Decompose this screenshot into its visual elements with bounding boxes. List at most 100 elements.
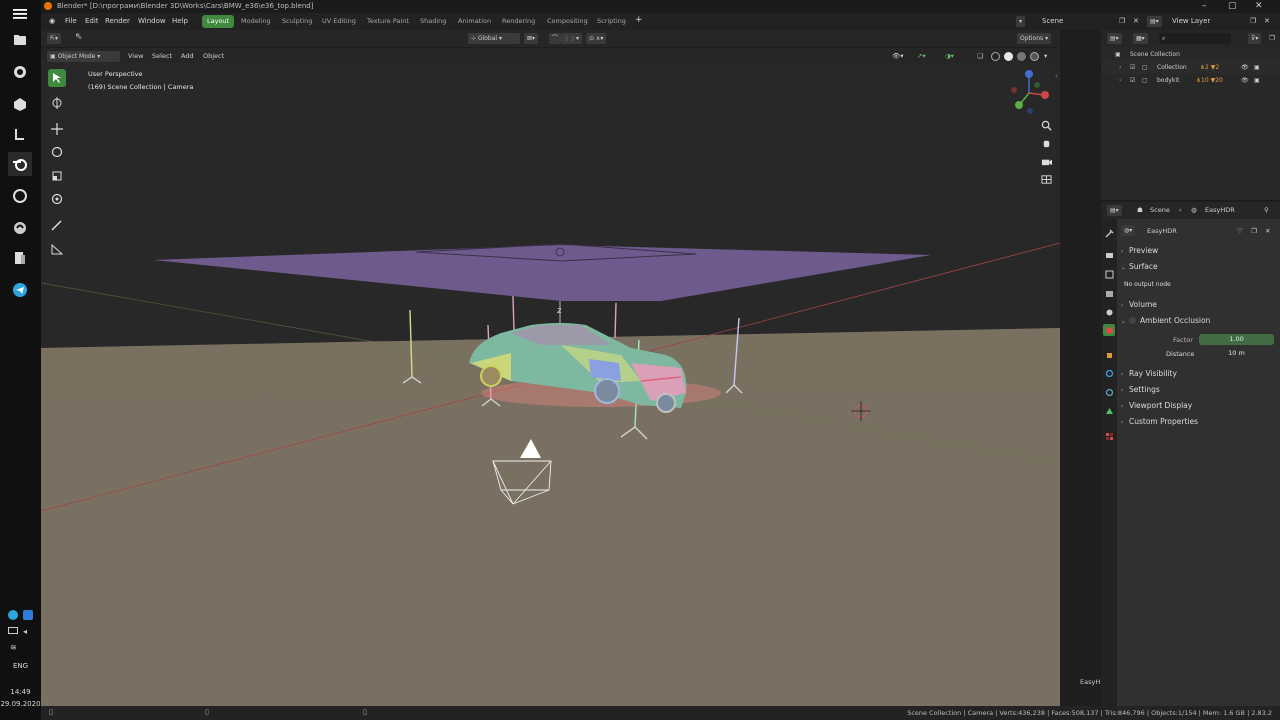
panel-custom-properties[interactable]: › Custom Properties xyxy=(1121,417,1276,426)
overlays-toggle-icon[interactable]: ◑▾ xyxy=(945,52,954,60)
select-tool-icon[interactable]: ⇖ xyxy=(75,32,83,42)
menu-window[interactable]: Window xyxy=(138,17,166,25)
panel-ambient-occlusion[interactable]: ⌄ Ambient Occlusion xyxy=(1121,316,1276,325)
tab-animation[interactable]: Animation xyxy=(453,15,496,28)
app-icon-4[interactable] xyxy=(8,184,32,208)
output-tab-icon[interactable] xyxy=(1103,268,1115,280)
select-box-tool[interactable] xyxy=(48,69,66,87)
annotate-tool[interactable] xyxy=(48,216,66,234)
outliner-root[interactable]: ▣ Scene Collection xyxy=(1101,48,1280,61)
maximize-button[interactable]: ▢ xyxy=(1228,1,1237,11)
battery-icon[interactable] xyxy=(8,627,18,634)
volume-icon[interactable]: ◂ xyxy=(23,627,33,636)
tab-texture-paint[interactable]: Texture Paint xyxy=(362,15,414,28)
ao-toggle-checkbox[interactable] xyxy=(1129,317,1136,324)
telegram-icon[interactable] xyxy=(8,278,32,302)
proportional-edit-button[interactable]: ⊙ ∧▾ xyxy=(586,33,607,44)
scene-type-icon[interactable]: ▾ xyxy=(1016,16,1026,27)
view-layer-tab-icon[interactable] xyxy=(1103,287,1115,299)
xray-toggle-icon[interactable]: ❏ xyxy=(977,52,983,60)
checkbox-icon[interactable]: ☑ xyxy=(1130,77,1135,84)
tab-uv-editing[interactable]: UV Editing xyxy=(317,15,361,28)
duplicate-world-icon[interactable]: ❐ xyxy=(1251,227,1257,235)
panel-surface[interactable]: ⌄ Surface xyxy=(1121,262,1276,271)
start-menu-icon[interactable] xyxy=(8,2,32,26)
delete-view-layer-icon[interactable]: ✕ xyxy=(1264,17,1270,25)
panel-settings[interactable]: › Settings xyxy=(1121,385,1276,394)
new-scene-icon[interactable]: ❐ xyxy=(1119,17,1125,25)
measure-tool[interactable] xyxy=(48,240,66,258)
expand-arrow-icon[interactable]: › xyxy=(1119,77,1121,84)
data-tab-icon[interactable] xyxy=(1103,405,1115,417)
outliner-editor-type[interactable]: ▤▾ xyxy=(1107,33,1122,44)
properties-editor-type[interactable]: ▤▾ xyxy=(1107,205,1122,216)
constraints-tab-icon[interactable] xyxy=(1103,386,1115,398)
world-browse-button[interactable]: ◍▾ xyxy=(1121,225,1136,236)
world-name-field[interactable]: EasyHDR xyxy=(1147,227,1177,235)
minimize-button[interactable]: – xyxy=(1202,1,1207,11)
unlink-world-icon[interactable]: ✕ xyxy=(1265,227,1270,235)
display-mode-dropdown[interactable]: ▦▾ xyxy=(1133,33,1148,44)
tab-compositing[interactable]: Compositing xyxy=(542,15,593,28)
ortho-grid-icon[interactable] xyxy=(1039,172,1053,186)
tab-layout[interactable]: Layout xyxy=(202,15,235,28)
tab-scripting[interactable]: Scripting xyxy=(592,15,631,28)
render-camera-icon[interactable]: ▣ xyxy=(1254,64,1260,71)
app-icon-5[interactable] xyxy=(8,216,32,240)
factor-slider[interactable]: 1.00 xyxy=(1199,334,1274,345)
clock-date[interactable]: 29.09.2020 xyxy=(0,700,41,708)
expand-arrow-icon[interactable]: › xyxy=(1119,64,1121,71)
network-icon[interactable]: ≋ xyxy=(10,643,20,652)
blender-taskbar-icon[interactable] xyxy=(8,152,32,176)
menu-object[interactable]: Object xyxy=(203,52,224,60)
new-view-layer-icon[interactable]: ❐ xyxy=(1250,17,1256,25)
view-layer-selector[interactable]: View Layer xyxy=(1172,17,1210,25)
transform-tool[interactable] xyxy=(48,190,66,208)
tab-rendering[interactable]: Rendering xyxy=(497,15,540,28)
options-dropdown[interactable]: Options ▾ xyxy=(1017,33,1052,44)
menu-edit[interactable]: Edit xyxy=(85,17,99,25)
outliner-item-collection[interactable]: › ☑ ▢ Collection ⋔2 ▼2 👁 ▣ xyxy=(1101,61,1280,74)
outliner-item-bodykit[interactable]: › ☑ ▢ bodykit ⋔10 ▼20 👁 ▣ xyxy=(1101,74,1280,87)
file-explorer-icon[interactable] xyxy=(8,28,32,52)
menu-select[interactable]: Select xyxy=(152,52,172,60)
delete-scene-icon[interactable]: ✕ xyxy=(1133,17,1139,25)
snap-element-button[interactable]: ⋮⋮▾ xyxy=(561,33,583,44)
checkbox-icon[interactable]: ☑ xyxy=(1130,64,1135,71)
scene-selector[interactable]: Scene xyxy=(1042,17,1063,25)
sidebar-toggle-icon[interactable]: ‹ xyxy=(1055,72,1058,80)
breadcrumb-world[interactable]: EasyHDR xyxy=(1205,206,1235,214)
cursor-tool[interactable] xyxy=(48,94,66,112)
world-tab-icon[interactable] xyxy=(1103,324,1115,336)
visibility-filter-icon[interactable]: 👁▾ xyxy=(892,52,904,60)
scale-tool[interactable] xyxy=(48,167,66,185)
pan-hand-icon[interactable] xyxy=(1039,136,1053,150)
app-icon-6[interactable] xyxy=(8,246,32,270)
filter-dropdown[interactable]: ⊽▾ xyxy=(1248,33,1262,44)
3d-viewport[interactable]: User Perspective (169) Scene Collection … xyxy=(41,63,1060,706)
shading-options-icon[interactable]: ▾ xyxy=(1044,52,1047,60)
add-workspace-button[interactable]: + xyxy=(635,15,643,25)
texture-tab-icon[interactable] xyxy=(1103,430,1115,442)
app-icon-1[interactable] xyxy=(8,60,32,84)
breadcrumb-scene[interactable]: Scene xyxy=(1150,206,1170,214)
pivot-point-button[interactable]: ⊠▾ xyxy=(524,33,539,44)
menu-help[interactable]: Help xyxy=(172,17,188,25)
material-shading-icon[interactable] xyxy=(1017,52,1026,61)
rotate-tool[interactable] xyxy=(48,143,66,161)
tab-modeling[interactable]: Modeling xyxy=(236,15,276,28)
fake-user-icon[interactable]: ♡ xyxy=(1237,227,1243,235)
panel-ray-visibility[interactable]: › Ray Visibility xyxy=(1121,369,1276,378)
rendered-shading-icon[interactable] xyxy=(1030,52,1039,61)
render-tab-icon[interactable] xyxy=(1103,249,1115,261)
tab-sculpting[interactable]: Sculpting xyxy=(277,15,317,28)
editor-type-button[interactable]: ⇱▾ xyxy=(47,33,62,44)
solid-shading-icon[interactable] xyxy=(1004,52,1013,61)
menu-view[interactable]: View xyxy=(128,52,143,60)
app-icon-2[interactable] xyxy=(8,92,32,116)
navigation-gizmo[interactable] xyxy=(1011,70,1049,114)
tool-tab-icon[interactable] xyxy=(1103,227,1115,239)
physics-tab-icon[interactable] xyxy=(1103,367,1115,379)
easyhdr-tab[interactable]: EasyH xyxy=(1080,678,1100,686)
panel-preview[interactable]: › Preview xyxy=(1121,246,1276,255)
